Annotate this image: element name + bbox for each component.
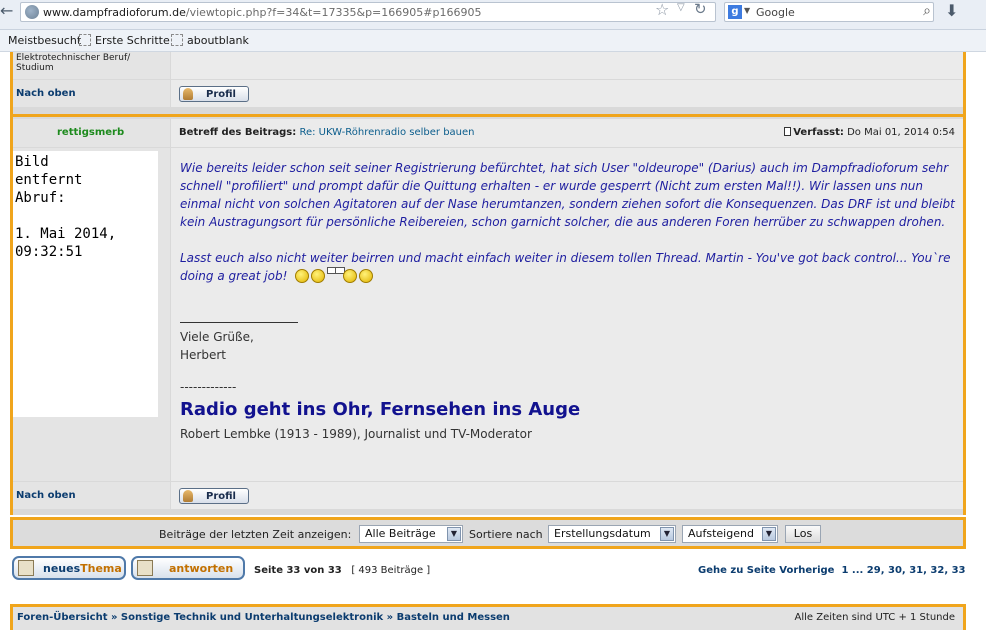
search-placeholder: Google	[756, 6, 795, 19]
breadcrumb-separator: »	[386, 612, 394, 623]
post-table: Elektrotechnischer Beruf/ Studium Nach o…	[10, 52, 966, 515]
bookmark-meistbesucht[interactable]: Meistbesucht	[8, 34, 81, 47]
breadcrumb-trail: Foren-Übersicht » Sonstige Technik und U…	[17, 612, 510, 623]
post-content: Wie bereits leider schon seit seiner Reg…	[171, 148, 963, 481]
sort-order-select[interactable]: Aufsteigend ▼	[682, 525, 778, 543]
url-text: www.dampfradioforum.de/viewtopic.php?f=3…	[43, 6, 482, 19]
reply-document-icon	[137, 560, 153, 576]
post-icon[interactable]	[784, 127, 792, 136]
pagination: Gehe zu Seite Vorherige 1 ... 29, 30, 31…	[698, 565, 966, 576]
bookmark-star-icon[interactable]: ☆	[655, 0, 669, 19]
sort-bar: Beiträge der letzten Zeit anzeigen: Alle…	[10, 517, 966, 549]
signature-quote: Radio geht ins Ohr, Fernsehen ins Auge	[180, 399, 581, 420]
smiley-icon	[295, 269, 310, 283]
engine-dropdown-icon[interactable]: ▼	[744, 6, 750, 15]
prev-nav-cell: Nach oben	[13, 80, 170, 107]
chevron-down-icon: ▼	[447, 527, 461, 541]
download-icon[interactable]: ⬇	[945, 1, 958, 20]
talking-smiley-icon	[311, 269, 326, 283]
google-icon[interactable]: g	[728, 5, 742, 19]
breadcrumb-forum-index[interactable]: Foren-Übersicht	[17, 612, 107, 623]
post-author-cell: rettigsmerb	[13, 119, 170, 147]
browser-toolbar: ← www.dampfradioforum.de/viewtopic.php?f…	[0, 0, 986, 30]
reload-icon[interactable]: ↻	[694, 0, 707, 18]
signature-greeting: Viele Grüße, Herbert	[180, 330, 254, 362]
page-link[interactable]: 30	[888, 565, 902, 576]
chevron-down-icon: ▼	[762, 527, 776, 541]
breadcrumb-category[interactable]: Sonstige Technik und Unterhaltungselektr…	[121, 612, 383, 623]
bookmark-icon	[171, 34, 183, 46]
page-link[interactable]: 31	[909, 565, 923, 576]
current-page: 33	[951, 565, 966, 576]
reply-button[interactable]: antworten	[131, 556, 245, 580]
post-header: Betreff des Beitrags: Re: UKW-Röhrenradi…	[171, 119, 963, 147]
bookmark-icon	[79, 34, 91, 46]
breadcrumb: Foren-Übersicht » Sonstige Technik und U…	[10, 604, 966, 630]
show-posts-label: Beiträge der letzten Zeit anzeigen:	[159, 528, 352, 541]
bookmark-aboutblank[interactable]: aboutblank	[171, 34, 249, 47]
bookmarks-toolbar: Meistbesucht Erste Schritte aboutblank	[0, 30, 986, 52]
time-filter-select[interactable]: Alle Beiträge ▼	[359, 525, 463, 543]
back-to-top-link[interactable]: Nach oben	[16, 88, 76, 99]
prev-profile-cell: Profil	[171, 80, 963, 107]
search-bar[interactable]: g ▼ Google ⌕	[724, 2, 934, 22]
user-icon	[183, 490, 193, 502]
signature-divider	[180, 322, 298, 323]
sort-by-label: Sortiere nach	[469, 528, 543, 541]
back-arrow-icon[interactable]: ←	[0, 0, 22, 24]
page-link[interactable]: 29	[867, 565, 881, 576]
post-author[interactable]: rettigsmerb	[57, 127, 124, 138]
bookmark-erste-schritte[interactable]: Erste Schritte	[79, 34, 170, 47]
sort-key-select[interactable]: Erstellungsdatum ▼	[548, 525, 676, 543]
post-date: Verfasst: Do Mai 01, 2014 0:54	[784, 127, 955, 138]
go-button[interactable]: Los	[785, 525, 821, 543]
user-icon	[183, 88, 193, 100]
globe-icon	[25, 5, 39, 19]
back-to-top-link[interactable]: Nach oben	[16, 490, 76, 501]
thumbs-up-smiley-icon	[359, 269, 374, 283]
subject-link[interactable]: Re: UKW-Röhrenradio selber bauen	[299, 127, 474, 138]
search-icon[interactable]: ⌕	[923, 3, 931, 19]
post-text: Wie bereits leider schon seit seiner Reg…	[180, 159, 960, 285]
breadcrumb-subforum[interactable]: Basteln und Messen	[397, 612, 510, 623]
signature-quote-author: Robert Lembke (1913 - 1989), Journalist …	[180, 427, 532, 441]
profile-button[interactable]: Profil	[179, 86, 249, 102]
page-link[interactable]: 32	[930, 565, 944, 576]
signature-dashes: -------------	[180, 380, 237, 394]
timezone-info: Alle Zeiten sind UTC + 1 Stunde	[794, 612, 956, 623]
previous-page-link[interactable]: Vorherige	[779, 565, 834, 576]
breadcrumb-separator: »	[110, 612, 118, 623]
post-profile-cell: Profil	[171, 482, 963, 509]
post-nav-cell: Nach oben	[13, 482, 170, 509]
page-link[interactable]: 1	[841, 565, 848, 576]
chevron-down-icon: ▼	[660, 527, 674, 541]
avatar: Bild entfernt Abruf: 1. Mai 2014, 09:32:…	[13, 151, 158, 417]
prev-post-footer	[171, 52, 963, 79]
talking-smiley-icon	[343, 269, 358, 283]
prev-author-info: Elektrotechnischer Beruf/ Studium	[13, 52, 170, 79]
post-separator	[13, 114, 963, 117]
profile-button[interactable]: Profil	[179, 488, 249, 504]
address-bar[interactable]: www.dampfradioforum.de/viewtopic.php?f=3…	[20, 2, 716, 22]
new-topic-button[interactable]: neuesThema	[12, 556, 126, 580]
url-dropdown-icon[interactable]: ▽	[677, 2, 685, 13]
page-info: Seite 33 von 33 [ 493 Beiträge ]	[254, 565, 431, 576]
post-text-p2: Lasst euch also nicht weiter beirren und…	[180, 251, 951, 283]
document-icon	[18, 560, 34, 576]
post-author-profile: Bild entfernt Abruf: 1. Mai 2014, 09:32:…	[13, 148, 170, 481]
post-subject: Betreff des Beitrags: Re: UKW-Röhrenradi…	[179, 127, 475, 138]
